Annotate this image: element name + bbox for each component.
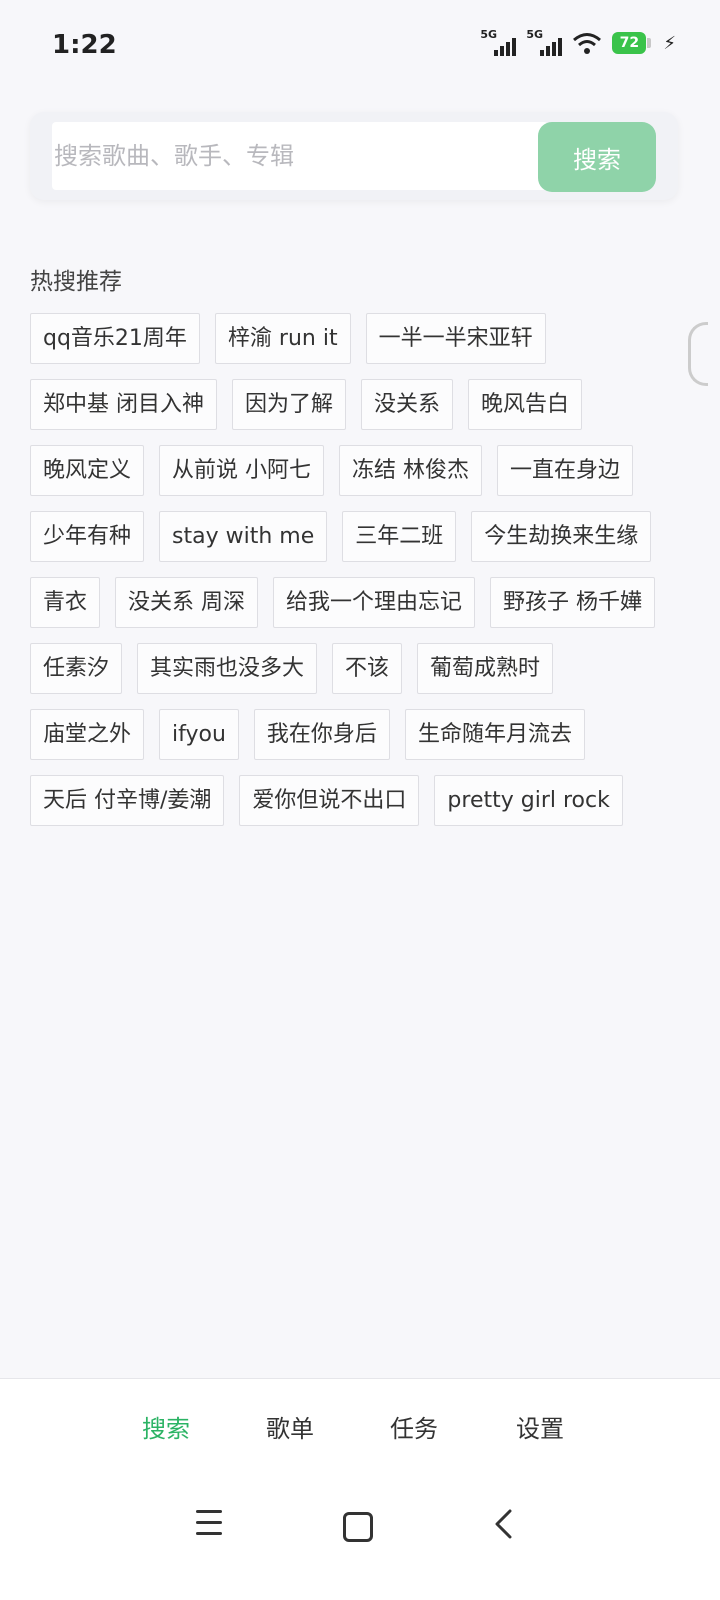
- status-time: 1:22: [52, 30, 117, 60]
- nav-playlist[interactable]: 歌单: [266, 1409, 314, 1444]
- hot-search-tag[interactable]: 野孩子 杨千嬅: [490, 577, 656, 628]
- hot-search-tag[interactable]: 我在你身后: [253, 709, 390, 760]
- bottom-nav: 搜索 歌单 任务 设置: [0, 1378, 720, 1475]
- hot-search-tag[interactable]: 少年有种: [30, 511, 145, 562]
- search-button[interactable]: 搜索: [538, 122, 656, 192]
- hot-search-tag[interactable]: 给我一个理由忘记: [273, 577, 476, 628]
- hot-search-tag[interactable]: 晚风告白: [468, 379, 583, 430]
- wifi-icon: [573, 33, 602, 54]
- hot-search-tag[interactable]: 晚风定义: [30, 445, 145, 496]
- system-nav-bar: [0, 1474, 720, 1600]
- hot-search-tag[interactable]: pretty girl rock: [434, 775, 623, 826]
- hot-search-tag[interactable]: 从前说 小阿七: [159, 445, 325, 496]
- hot-search-tag[interactable]: 冻结 林俊杰: [339, 445, 483, 496]
- hot-search-tag[interactable]: 其实雨也没多大: [137, 643, 318, 694]
- menu-icon[interactable]: [196, 1510, 222, 1543]
- battery-level: 72: [612, 32, 647, 54]
- home-icon[interactable]: [343, 1512, 373, 1542]
- status-bar: 1:22 5G 5G 72 ⚡: [0, 0, 720, 90]
- hot-search-tag[interactable]: 因为了解: [232, 379, 347, 430]
- signal-icon-2: 5G: [526, 28, 563, 56]
- hot-search-tag[interactable]: 一直在身边: [497, 445, 634, 496]
- hot-search-tag[interactable]: ifyou: [159, 709, 239, 760]
- edge-swipe-handle[interactable]: [688, 322, 708, 386]
- back-icon[interactable]: [492, 1508, 514, 1540]
- signal-icon: 5G: [480, 28, 517, 56]
- hot-search-tag[interactable]: 没关系 周深: [115, 577, 259, 628]
- hot-search-tags: qq音乐21周年 梓渝 run it 一半一半宋亚轩 郑中基 闭目入神 因为了解 没关系晚…: [30, 313, 680, 826]
- hot-search-tag[interactable]: 爱你但说不出口: [239, 775, 420, 826]
- hot-search-tag[interactable]: 今生劫换来生缘: [471, 511, 652, 562]
- hot-search-tag[interactable]: 三年二班: [342, 511, 457, 562]
- status-icons: 5G 5G 72 ⚡: [480, 28, 676, 56]
- hot-search-tag[interactable]: 郑中基 闭目入神: [30, 379, 217, 430]
- nav-settings[interactable]: 设置: [516, 1409, 564, 1444]
- hot-search-title: 热搜推荐: [30, 269, 122, 295]
- hot-search-tag[interactable]: 没关系: [361, 379, 454, 430]
- hot-search-tag[interactable]: 梓渝 run it: [214, 313, 351, 364]
- bolt-icon: ⚡: [663, 32, 676, 54]
- hot-search-tag[interactable]: 庙堂之外: [30, 709, 145, 760]
- nav-tasks[interactable]: 任务: [390, 1409, 438, 1444]
- search-bar: 搜索: [30, 112, 678, 200]
- hot-search-tag[interactable]: 生命随年月流去: [404, 709, 585, 760]
- search-input[interactable]: [52, 122, 548, 190]
- hot-search-tag[interactable]: 任素汐: [30, 643, 123, 694]
- nav-search[interactable]: 搜索: [142, 1409, 190, 1444]
- hot-search-tag[interactable]: 一半一半宋亚轩: [365, 313, 546, 364]
- hot-search-tag[interactable]: 天后 付辛博/姜潮: [30, 775, 225, 826]
- hot-search-tag[interactable]: stay with me: [159, 511, 328, 562]
- hot-search-tag[interactable]: qq音乐21周年: [30, 313, 200, 364]
- hot-search-tag[interactable]: 青衣: [30, 577, 101, 628]
- battery-icon: 72: [612, 32, 652, 54]
- hot-search-tag[interactable]: 葡萄成熟时: [417, 643, 554, 694]
- hot-search-tag[interactable]: 不该: [332, 643, 403, 694]
